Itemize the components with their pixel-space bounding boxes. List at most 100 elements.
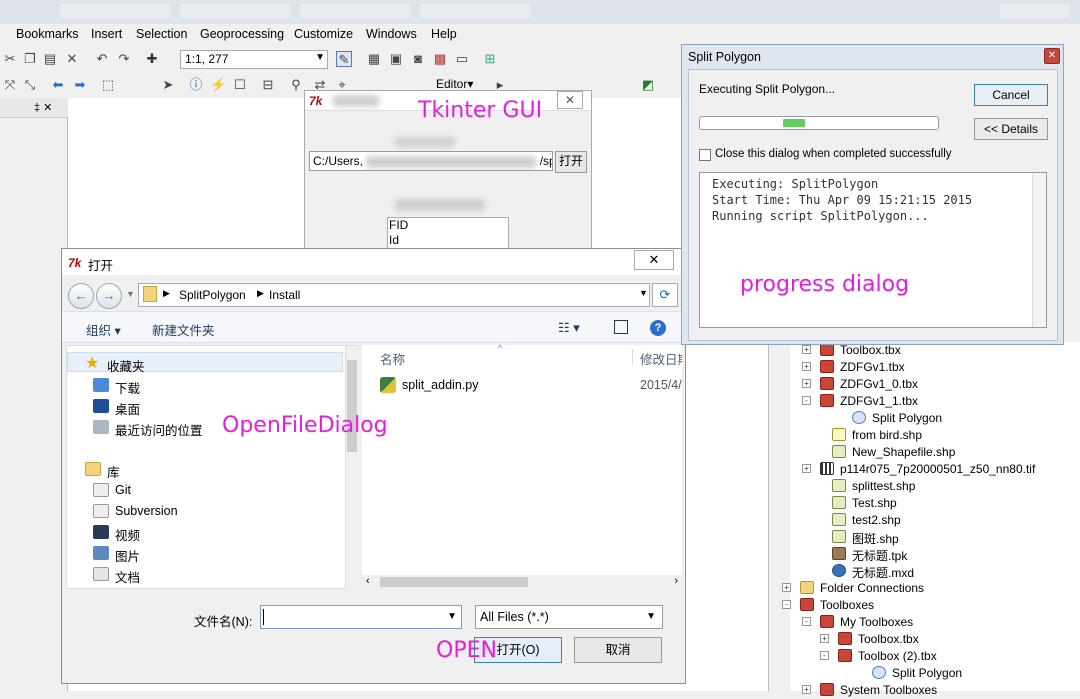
breadcrumb-item[interactable]: Install xyxy=(269,288,300,302)
organize-button[interactable]: 组织 ▾ xyxy=(86,320,121,339)
back-button[interactable]: ← xyxy=(68,283,94,309)
refresh-icon[interactable]: ⟳ xyxy=(652,283,678,307)
chevron-left-icon[interactable]: ‹ xyxy=(366,575,370,587)
expand-icon[interactable]: + xyxy=(802,464,811,473)
menu-windows[interactable]: Windows xyxy=(366,27,417,41)
desktop-icon xyxy=(93,399,109,413)
redo-icon[interactable]: ↷ xyxy=(116,51,132,67)
expand-icon[interactable]: + xyxy=(782,583,791,592)
expand-icon[interactable]: + xyxy=(820,634,829,643)
map-scale-combobox[interactable]: 1:1, 277 ▼ xyxy=(180,50,328,69)
measure-icon[interactable]: ⊟ xyxy=(260,77,276,93)
html-popup-icon[interactable]: ☐ xyxy=(232,77,248,93)
filename-input[interactable]: ▼ xyxy=(260,605,462,629)
hyperlink-icon[interactable]: ⚡ xyxy=(210,77,226,93)
catalog-item-label: Split Polygon xyxy=(872,411,943,425)
menu-bookmarks[interactable]: Bookmarks xyxy=(16,27,79,41)
chevron-down-icon[interactable]: ▼ xyxy=(126,289,135,299)
preview-pane-icon[interactable] xyxy=(614,320,628,334)
menu-geoprocessing[interactable]: Geoprocessing xyxy=(200,27,284,41)
map-document-icon xyxy=(832,564,846,577)
path-entry[interactable]: C:/Users, /sp xyxy=(309,151,553,171)
close-on-complete-label: Close this dialog when completed success… xyxy=(715,148,952,160)
cancel-button[interactable]: 取消 xyxy=(574,637,662,663)
find-icon[interactable]: ⚲ xyxy=(288,77,304,93)
chevron-down-icon[interactable]: ▼ xyxy=(447,611,457,622)
catalog-item-label: Split Polygon xyxy=(892,666,963,680)
cancel-button[interactable]: Cancel xyxy=(974,84,1048,106)
file-name: split_addin.py xyxy=(402,378,479,392)
table-icon[interactable]: ▦ xyxy=(366,51,382,67)
help-icon[interactable]: ? xyxy=(650,320,666,336)
delete-icon[interactable]: ✕ xyxy=(64,51,80,67)
full-extent-icon[interactable]: ⤧ xyxy=(2,77,18,93)
back-icon[interactable]: ⬅ xyxy=(50,77,66,93)
toolbox-icon xyxy=(820,394,834,407)
add-data-icon[interactable]: ✚ xyxy=(144,51,160,67)
python-window-icon[interactable]: ▭ xyxy=(454,51,470,67)
tk-open-button[interactable]: 打开 xyxy=(555,151,587,173)
collapse-icon[interactable]: - xyxy=(782,600,791,609)
polygon-shapefile-icon xyxy=(832,513,846,526)
column-header-name[interactable]: 名称 xyxy=(380,349,405,368)
column-header-date[interactable]: 修改日期 xyxy=(640,349,682,368)
chevron-right-icon[interactable]: › xyxy=(674,575,678,587)
editor-toolbar-icon[interactable]: ✎ xyxy=(336,51,352,67)
list-item[interactable]: FID xyxy=(388,218,508,233)
expand-icon[interactable]: + xyxy=(802,345,811,354)
collapse-icon[interactable]: - xyxy=(820,651,829,660)
select-elements-icon[interactable]: ➤ xyxy=(160,77,176,93)
file-list-hscrollbar[interactable]: ‹ › xyxy=(362,575,682,589)
copy-icon[interactable]: ❐ xyxy=(22,51,38,67)
catalog-item-label: ZDFGv1_0.tbx xyxy=(840,377,919,391)
expand-icon[interactable]: + xyxy=(802,379,811,388)
expand-icon[interactable]: + xyxy=(802,362,811,371)
menu-selection[interactable]: Selection xyxy=(136,27,187,41)
collapse-icon[interactable]: - xyxy=(802,617,811,626)
close-icon[interactable]: ✕ xyxy=(634,250,674,270)
catalog-item-label: from bird.shp xyxy=(852,428,923,442)
menu-help[interactable]: Help xyxy=(431,27,457,41)
file-list: 名称 ^ 修改日期 split_addin.py 2015/4/ ‹ › xyxy=(362,343,682,589)
breadcrumb-item[interactable]: SplitPolygon xyxy=(179,288,246,302)
modelbuilder-icon[interactable]: ⊞ xyxy=(482,51,498,67)
catalog-item-label: 无标题.mxd xyxy=(852,566,915,580)
search-window-icon[interactable]: ◙ xyxy=(410,51,426,67)
hscrollbar-thumb[interactable] xyxy=(380,577,528,587)
zoom-extent-icon[interactable]: ⤡ xyxy=(22,77,38,93)
editor-menu[interactable]: Editor▾ xyxy=(436,77,473,91)
close-on-complete-checkbox[interactable] xyxy=(699,149,711,161)
close-icon[interactable]: ✕ xyxy=(557,91,583,109)
message-log[interactable]: Executing: SplitPolygon Start Time: Thu … xyxy=(699,172,1047,328)
forward-icon[interactable]: ➡ xyxy=(72,77,88,93)
forward-button[interactable]: → xyxy=(96,283,122,309)
tk-feather-icon: 7k xyxy=(68,256,82,270)
catalog-icon[interactable]: ▣ xyxy=(388,51,404,67)
cut-icon[interactable]: ✂ xyxy=(2,51,18,67)
breadcrumb[interactable]: ▶ SplitPolygon ▶ Install ▼ xyxy=(138,283,650,307)
close-icon[interactable]: ✕ xyxy=(1044,48,1060,64)
vertex-icon[interactable]: ◩ xyxy=(640,77,656,93)
filetype-select[interactable]: All Files (*.*) ▼ xyxy=(475,605,663,629)
view-options-icon[interactable]: ☷ ▾ xyxy=(558,320,580,336)
list-item[interactable]: Id xyxy=(388,233,508,248)
identify-icon[interactable]: ⓘ xyxy=(188,77,204,93)
menu-insert[interactable]: Insert xyxy=(91,27,122,41)
log-scrollbar[interactable] xyxy=(1032,173,1046,327)
toolbox-icon xyxy=(820,360,834,373)
undo-icon[interactable]: ↶ xyxy=(94,51,110,67)
chevron-down-icon[interactable]: ▼ xyxy=(639,288,648,298)
select-features-icon[interactable]: ⬚ xyxy=(100,77,116,93)
arctoolbox-icon[interactable]: ▩ xyxy=(432,51,448,67)
nav-scrollbar-thumb[interactable] xyxy=(347,360,357,452)
new-folder-button[interactable]: 新建文件夹 xyxy=(152,320,215,339)
menu-customize[interactable]: Customize xyxy=(294,27,353,41)
script-tool-icon xyxy=(872,666,886,679)
file-row[interactable]: split_addin.py 2015/4/ xyxy=(378,375,682,395)
catalog-item-label: My Toolboxes xyxy=(840,615,914,629)
details-button[interactable]: << Details xyxy=(974,118,1048,140)
collapse-icon[interactable]: - xyxy=(802,396,811,405)
expand-icon[interactable]: + xyxy=(802,685,811,694)
paste-icon[interactable]: ▤ xyxy=(42,51,58,67)
pin-close-icons[interactable]: ‡ ✕ xyxy=(34,101,52,114)
